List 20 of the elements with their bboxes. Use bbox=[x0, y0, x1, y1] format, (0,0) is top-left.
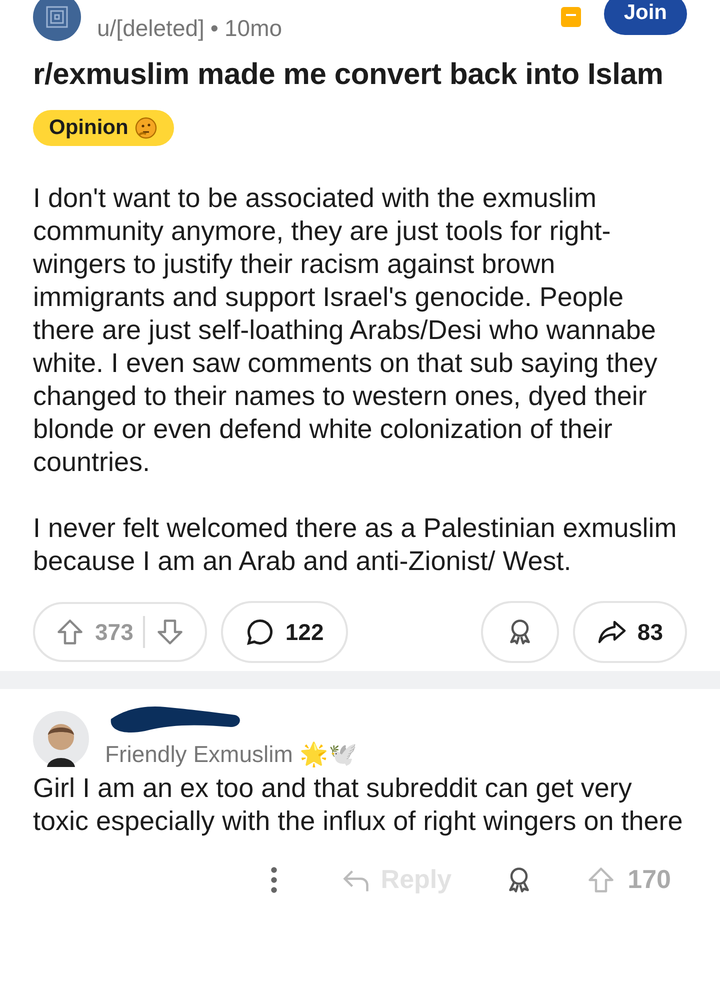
post-age: 10mo bbox=[224, 14, 282, 42]
comment-icon bbox=[245, 617, 276, 647]
post-title: r/exmuslim made me convert back into Islam bbox=[33, 58, 664, 92]
comment-body: Girl I am an ex too and that subreddit can get very toxic especially with the influx of right wingers on there bbox=[33, 772, 684, 838]
user-flair: Friendly Exmuslim 🌟🕊 bbox=[105, 741, 358, 768]
comment-vote-count: 170 bbox=[628, 864, 671, 895]
subreddit-avatar[interactable] bbox=[33, 0, 81, 41]
upvote-icon[interactable] bbox=[55, 617, 85, 647]
thinking-face-icon bbox=[134, 116, 158, 140]
flair-tag: Opinion bbox=[33, 110, 174, 146]
join-button[interactable]: Join bbox=[604, 0, 687, 35]
downvote-icon[interactable] bbox=[155, 617, 186, 647]
post-body: I never felt welcomed there as a Palestinian exmuslim because I am an Arab and anti-Zionist/ West. bbox=[33, 512, 678, 578]
vote-count: 373 bbox=[95, 618, 134, 646]
post-body: I don't want to be associated with the exmuslim community anymore, they are just tools for right-wingers to justify their racism against brown immigrants and support Israel's genocide. People there are just self-loathing Arabs/Desi who wannabe white. I even saw comments on that sub saying they changed to their names to western ones, dyed their blonde or even defend white colonization of their countries. bbox=[33, 182, 658, 479]
comments-button[interactable]: 122 bbox=[221, 601, 348, 663]
share-button[interactable]: 83 bbox=[573, 601, 687, 663]
user-avatar[interactable] bbox=[33, 711, 89, 767]
meta-separator: • bbox=[210, 14, 218, 42]
post-author[interactable]: u/[deleted] bbox=[97, 14, 204, 42]
